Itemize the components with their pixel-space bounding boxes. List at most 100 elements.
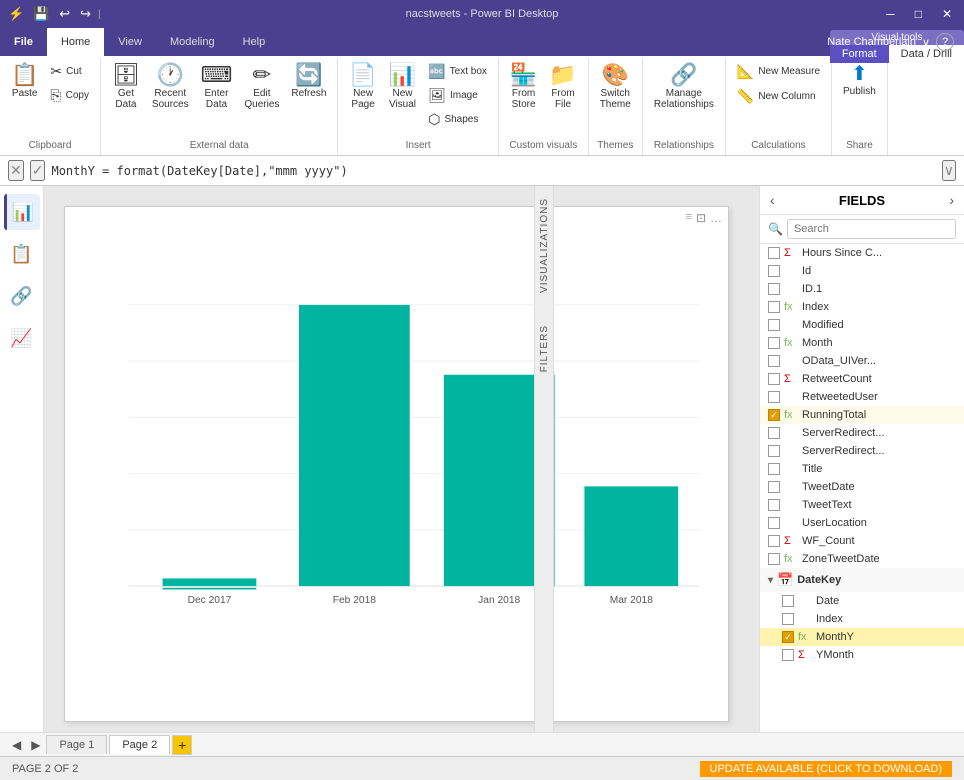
get-data-button[interactable]: 🗄 Get Data <box>107 60 145 114</box>
tab-home[interactable]: Home <box>47 28 104 56</box>
redo-button[interactable]: ↪ <box>77 6 94 22</box>
field-id1[interactable]: ID.1 <box>760 280 964 298</box>
datekey-group-header[interactable]: ▾ 📅 DateKey <box>760 568 964 592</box>
field-odata-checkbox[interactable] <box>768 355 780 367</box>
tab-view[interactable]: View <box>104 28 156 56</box>
from-store-button[interactable]: 🏪 From Store <box>505 60 542 114</box>
enter-data-button[interactable]: ⌨ Enter Data <box>196 60 238 114</box>
cut-button[interactable]: ✂ Cut <box>45 60 94 83</box>
text-box-button[interactable]: 🔤 Text box <box>423 60 492 83</box>
field-user-location-checkbox[interactable] <box>768 517 780 529</box>
field-title-checkbox[interactable] <box>768 463 780 475</box>
page-next-button[interactable]: ▶ <box>27 738 44 752</box>
field-month-checkbox[interactable] <box>768 337 780 349</box>
refresh-button[interactable]: 🔄 Refresh <box>286 60 331 103</box>
field-modified[interactable]: Modified <box>760 316 964 334</box>
field-tweet-text[interactable]: TweetText <box>760 496 964 514</box>
page-tab-1[interactable]: Page 1 <box>46 735 107 754</box>
field-retweeted-user[interactable]: RetweetedUser <box>760 388 964 406</box>
tab-file[interactable]: File <box>0 28 47 56</box>
field-server-redirect1[interactable]: ServerRedirect... <box>760 424 964 442</box>
field-user-location[interactable]: UserLocation <box>760 514 964 532</box>
field-monthy-checkbox[interactable]: ✓ <box>782 631 794 643</box>
new-page-button[interactable]: 📄 New Page <box>344 60 381 114</box>
formula-expand-button[interactable]: ∨ <box>942 160 956 181</box>
switch-theme-button[interactable]: 🎨 Switch Theme <box>595 60 636 114</box>
new-measure-button[interactable]: 📐 New Measure <box>732 60 825 83</box>
formula-input[interactable] <box>51 164 935 178</box>
tab-modeling[interactable]: Modeling <box>156 28 229 56</box>
fields-panel-forward-button[interactable]: › <box>949 192 954 208</box>
field-index-checkbox[interactable] <box>768 301 780 313</box>
save-button[interactable]: 💾 <box>30 6 52 22</box>
undo-button[interactable]: ↩ <box>56 6 73 22</box>
fields-panel-back-button[interactable]: ‹ <box>770 192 775 208</box>
field-retweet-count[interactable]: Σ RetweetCount <box>760 370 964 388</box>
field-odata[interactable]: OData_UIVer... <box>760 352 964 370</box>
publish-button[interactable]: ⬆ Publish <box>838 60 881 101</box>
filters-tab[interactable]: FILTERS <box>537 313 552 384</box>
field-tweet-date[interactable]: TweetDate <box>760 478 964 496</box>
field-wf-count-checkbox[interactable] <box>768 535 780 547</box>
visualizations-tab[interactable]: VISUALIZATIONS <box>537 186 552 305</box>
new-visual-button[interactable]: 📊 New Visual <box>384 60 421 114</box>
field-index[interactable]: fx Index <box>760 298 964 316</box>
field-retweeted-user-checkbox[interactable] <box>768 391 780 403</box>
page-tab-2[interactable]: Page 2 <box>109 735 170 754</box>
field-hours-since-checkbox[interactable] <box>768 247 780 259</box>
copy-button[interactable]: ⎘ Copy <box>45 84 94 107</box>
field-server-redirect2[interactable]: ServerRedirect... <box>760 442 964 460</box>
bar-dec-2017[interactable] <box>163 578 257 586</box>
field-datekey-index-checkbox[interactable] <box>782 613 794 625</box>
new-column-button[interactable]: 📏 New Column <box>732 85 821 108</box>
shapes-button[interactable]: ⬡ Shapes <box>423 108 492 131</box>
field-hours-since[interactable]: Σ Hours Since C... <box>760 244 964 262</box>
field-date[interactable]: Date <box>760 592 964 610</box>
field-running-total-checkbox[interactable]: ✓ <box>768 409 780 421</box>
help-button[interactable]: ? <box>936 33 954 51</box>
formula-confirm-button[interactable]: ✓ <box>30 160 46 181</box>
bar-mar-2018[interactable] <box>584 486 678 586</box>
field-tweet-text-checkbox[interactable] <box>768 499 780 511</box>
field-id[interactable]: Id <box>760 262 964 280</box>
field-zone-tweet-date[interactable]: fx ZoneTweetDate <box>760 550 964 568</box>
search-input[interactable] <box>787 219 956 239</box>
field-id-checkbox[interactable] <box>768 265 780 277</box>
minimize-button[interactable]: ─ <box>882 7 899 21</box>
left-icon-report[interactable]: 📊 <box>4 194 40 230</box>
restore-button[interactable]: □ <box>911 7 926 21</box>
field-monthy[interactable]: ✓ fx MonthY <box>760 628 964 646</box>
manage-relationships-button[interactable]: 🔗 Manage Relationships <box>649 60 719 114</box>
field-modified-checkbox[interactable] <box>768 319 780 331</box>
left-icon-data[interactable]: 📋 <box>4 236 40 272</box>
formula-cancel-button[interactable]: ✕ <box>8 160 24 181</box>
chart-resize-button[interactable]: ⊡ <box>696 211 706 225</box>
recent-sources-button[interactable]: 🕐 Recent Sources <box>147 60 194 114</box>
close-button[interactable]: ✕ <box>938 7 956 21</box>
field-tweet-date-checkbox[interactable] <box>768 481 780 493</box>
field-running-total[interactable]: ✓ fx RunningTotal <box>760 406 964 424</box>
field-wf-count[interactable]: Σ WF_Count <box>760 532 964 550</box>
field-ymonth-checkbox[interactable] <box>782 649 794 661</box>
field-month[interactable]: fx Month <box>760 334 964 352</box>
edit-queries-button[interactable]: ✏ Edit Queries <box>239 60 284 114</box>
field-id1-checkbox[interactable] <box>768 283 780 295</box>
field-server-redirect2-checkbox[interactable] <box>768 445 780 457</box>
paste-button[interactable]: 📋 Paste <box>6 60 43 103</box>
update-notice[interactable]: UPDATE AVAILABLE (CLICK TO DOWNLOAD) <box>700 761 952 777</box>
field-zone-tweet-date-checkbox[interactable] <box>768 553 780 565</box>
field-datekey-index[interactable]: Index <box>760 610 964 628</box>
add-page-button[interactable]: + <box>172 735 192 755</box>
field-retweet-count-checkbox[interactable] <box>768 373 780 385</box>
field-ymonth[interactable]: Σ YMonth <box>760 646 964 664</box>
user-chevron[interactable]: ∨ <box>922 36 930 49</box>
bar-feb-2018[interactable] <box>299 305 410 586</box>
left-icon-analytics[interactable]: 📈 <box>4 320 40 356</box>
page-prev-button[interactable]: ◀ <box>8 738 25 752</box>
field-title[interactable]: Title <box>760 460 964 478</box>
left-icon-relationships[interactable]: 🔗 <box>4 278 40 314</box>
image-button[interactable]: 🖼 Image <box>423 84 492 107</box>
tab-help[interactable]: Help <box>229 28 280 56</box>
from-file-button[interactable]: 📁 From File <box>544 60 581 114</box>
chart-more-button[interactable]: … <box>710 211 722 225</box>
